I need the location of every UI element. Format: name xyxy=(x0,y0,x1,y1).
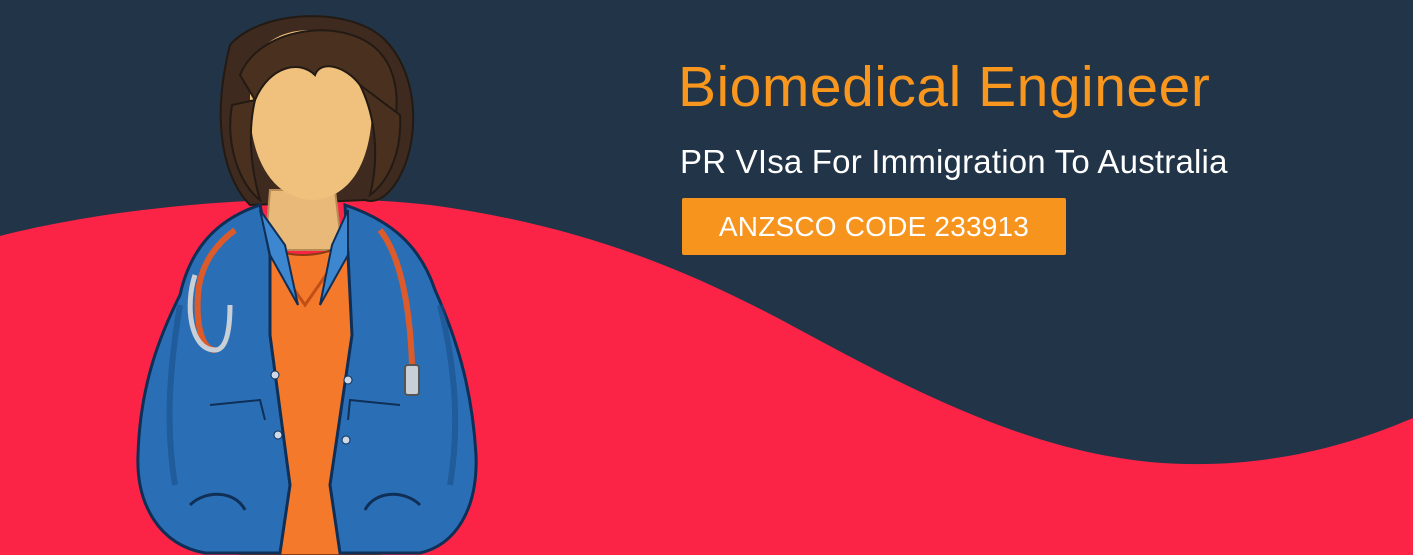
page-title: Biomedical Engineer xyxy=(678,55,1211,119)
anzsco-code-badge: ANZSCO CODE 233913 xyxy=(682,198,1066,255)
doctor-illustration xyxy=(136,15,478,555)
anzsco-code-label: ANZSCO CODE 233913 xyxy=(718,210,1030,242)
hero-banner: Biomedical Engineer PR VIsa For Immigrat… xyxy=(0,0,1413,555)
page-subtitle: PR VIsa For Immigration To Australia xyxy=(680,143,1228,180)
